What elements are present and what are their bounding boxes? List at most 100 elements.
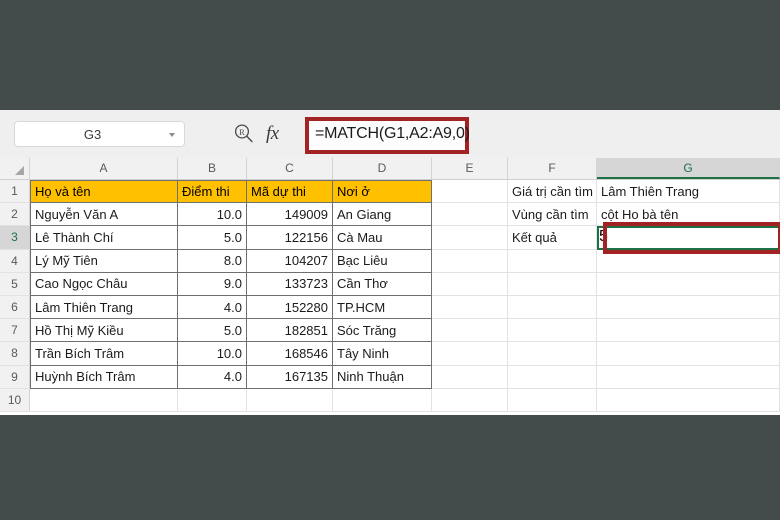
table-cell[interactable]: Trần Bích Trâm bbox=[30, 342, 178, 366]
empty-cell[interactable] bbox=[432, 342, 508, 366]
table-cell[interactable]: 104207 bbox=[247, 249, 333, 273]
row-header-2[interactable]: 2 bbox=[0, 203, 30, 227]
table-cell[interactable]: Ninh Thuận bbox=[333, 365, 432, 389]
empty-cell[interactable] bbox=[432, 388, 508, 412]
name-box[interactable]: G3 bbox=[14, 121, 185, 147]
empty-cell[interactable] bbox=[508, 319, 597, 343]
table-cell-text: 10.0 bbox=[216, 345, 242, 361]
empty-cell[interactable] bbox=[597, 272, 780, 296]
table-cell[interactable]: 9.0 bbox=[178, 272, 247, 296]
table-cell[interactable]: Hồ Thị Mỹ Kiều bbox=[30, 319, 178, 343]
selected-cell-g3[interactable]: 5 bbox=[597, 226, 780, 250]
panel-label-3[interactable]: Kết quả bbox=[508, 226, 597, 250]
row-header-3[interactable]: 3 bbox=[0, 226, 30, 250]
table-cell[interactable]: 10.0 bbox=[178, 342, 247, 366]
table-header-3[interactable]: Mã dự thi bbox=[247, 180, 333, 204]
empty-cell[interactable] bbox=[597, 342, 780, 366]
table-cell[interactable]: Bạc Liêu bbox=[333, 249, 432, 273]
table-cell[interactable]: 182851 bbox=[247, 319, 333, 343]
empty-cell[interactable] bbox=[432, 272, 508, 296]
empty-cell[interactable] bbox=[508, 296, 597, 320]
table-header-1[interactable]: Họ và tên bbox=[30, 180, 178, 204]
panel-label-1[interactable]: Giá trị cần tìm bbox=[508, 180, 597, 204]
table-cell[interactable]: 4.0 bbox=[178, 296, 247, 320]
table-cell-text: Lý Mỹ Tiên bbox=[35, 253, 98, 269]
table-cell[interactable]: Cao Ngọc Châu bbox=[30, 272, 178, 296]
empty-cell[interactable] bbox=[432, 203, 508, 227]
empty-cell[interactable] bbox=[30, 388, 178, 412]
table-cell[interactable]: 8.0 bbox=[178, 249, 247, 273]
column-header-D[interactable]: D bbox=[333, 158, 432, 179]
empty-cell[interactable] bbox=[247, 388, 333, 412]
panel-label-2[interactable]: Vùng cần tìm bbox=[508, 203, 597, 227]
table-cell[interactable]: 5.0 bbox=[178, 226, 247, 250]
table-cell[interactable]: Nguyễn Văn A bbox=[30, 203, 178, 227]
column-header-C[interactable]: C bbox=[247, 158, 333, 179]
table-cell[interactable]: Tây Ninh bbox=[333, 342, 432, 366]
empty-cell[interactable] bbox=[508, 388, 597, 412]
empty-cell-text bbox=[597, 366, 779, 388]
row-header-9[interactable]: 9 bbox=[0, 365, 30, 389]
column-header-A[interactable]: A bbox=[30, 158, 178, 179]
magnifier-icon[interactable]: R bbox=[232, 122, 256, 146]
column-header-B[interactable]: B bbox=[178, 158, 247, 179]
table-cell[interactable]: 122156 bbox=[247, 226, 333, 250]
table-header-4[interactable]: Nơi ở bbox=[333, 180, 432, 204]
column-header-E[interactable]: E bbox=[432, 158, 508, 179]
row-header-7[interactable]: 7 bbox=[0, 319, 30, 343]
empty-cell[interactable] bbox=[432, 319, 508, 343]
row-header-6[interactable]: 6 bbox=[0, 296, 30, 320]
table-header-2[interactable]: Điểm thi bbox=[178, 180, 247, 204]
empty-cell[interactable] bbox=[432, 249, 508, 273]
table-cell[interactable]: TP.HCM bbox=[333, 296, 432, 320]
formula-bar-input[interactable]: =MATCH(G1,A2:A9,0) bbox=[315, 125, 470, 143]
panel-value-2[interactable]: cột Ho bà tên bbox=[597, 203, 780, 227]
select-all-corner[interactable] bbox=[0, 158, 30, 179]
empty-cell[interactable] bbox=[508, 272, 597, 296]
empty-cell[interactable] bbox=[432, 226, 508, 250]
table-cell[interactable]: Cần Thơ bbox=[333, 272, 432, 296]
empty-cell[interactable] bbox=[508, 342, 597, 366]
table-cell[interactable]: 10.0 bbox=[178, 203, 247, 227]
spreadsheet-grid[interactable]: ABCDEFG 1 2 3 4 5 6 7 8 9 10 Họ và tên Điểm thi Mã d… bbox=[0, 158, 780, 415]
table-cell[interactable]: 4.0 bbox=[178, 365, 247, 389]
table-cell[interactable]: An Giang bbox=[333, 203, 432, 227]
column-header-F[interactable]: F bbox=[508, 158, 597, 179]
table-cell[interactable]: Lâm Thiên Trang bbox=[30, 296, 178, 320]
table-cell[interactable]: Sóc Trăng bbox=[333, 319, 432, 343]
row-header-10[interactable]: 10 bbox=[0, 388, 30, 412]
table-cell[interactable]: Lý Mỹ Tiên bbox=[30, 249, 178, 273]
table-cell-text: Trần Bích Trâm bbox=[35, 345, 125, 361]
table-cell[interactable]: 152280 bbox=[247, 296, 333, 320]
row-header-8[interactable]: 8 bbox=[0, 342, 30, 366]
table-cell[interactable]: 149009 bbox=[247, 203, 333, 227]
empty-cell[interactable] bbox=[178, 388, 247, 412]
empty-cell[interactable] bbox=[432, 365, 508, 389]
table-cell[interactable]: 5.0 bbox=[178, 319, 247, 343]
panel-value-1[interactable]: Lâm Thiên Trang bbox=[597, 180, 780, 204]
table-cell[interactable]: 167135 bbox=[247, 365, 333, 389]
empty-cell-text bbox=[432, 226, 507, 248]
empty-cell[interactable] bbox=[597, 388, 780, 412]
empty-cell[interactable] bbox=[508, 365, 597, 389]
empty-cell[interactable] bbox=[333, 388, 432, 412]
empty-cell[interactable] bbox=[597, 296, 780, 320]
empty-cell[interactable] bbox=[432, 180, 508, 204]
empty-cell-text bbox=[597, 250, 779, 272]
row-header-1[interactable]: 1 bbox=[0, 180, 30, 204]
empty-cell[interactable] bbox=[597, 365, 780, 389]
table-cell[interactable]: Huỳnh Bích Trâm bbox=[30, 365, 178, 389]
row-header-4[interactable]: 4 bbox=[0, 249, 30, 273]
table-cell[interactable]: 168546 bbox=[247, 342, 333, 366]
column-header-G[interactable]: G bbox=[597, 158, 780, 179]
table-cell[interactable]: 133723 bbox=[247, 272, 333, 296]
empty-cell[interactable] bbox=[432, 296, 508, 320]
empty-cell[interactable] bbox=[597, 319, 780, 343]
table-cell[interactable]: Cà Mau bbox=[333, 226, 432, 250]
row-header-5[interactable]: 5 bbox=[0, 272, 30, 296]
table-cell-text: 10.0 bbox=[216, 206, 242, 222]
table-cell[interactable]: Lê Thành Chí bbox=[30, 226, 178, 250]
chevron-down-icon[interactable] bbox=[169, 133, 175, 137]
empty-cell[interactable] bbox=[508, 249, 597, 273]
empty-cell[interactable] bbox=[597, 249, 780, 273]
